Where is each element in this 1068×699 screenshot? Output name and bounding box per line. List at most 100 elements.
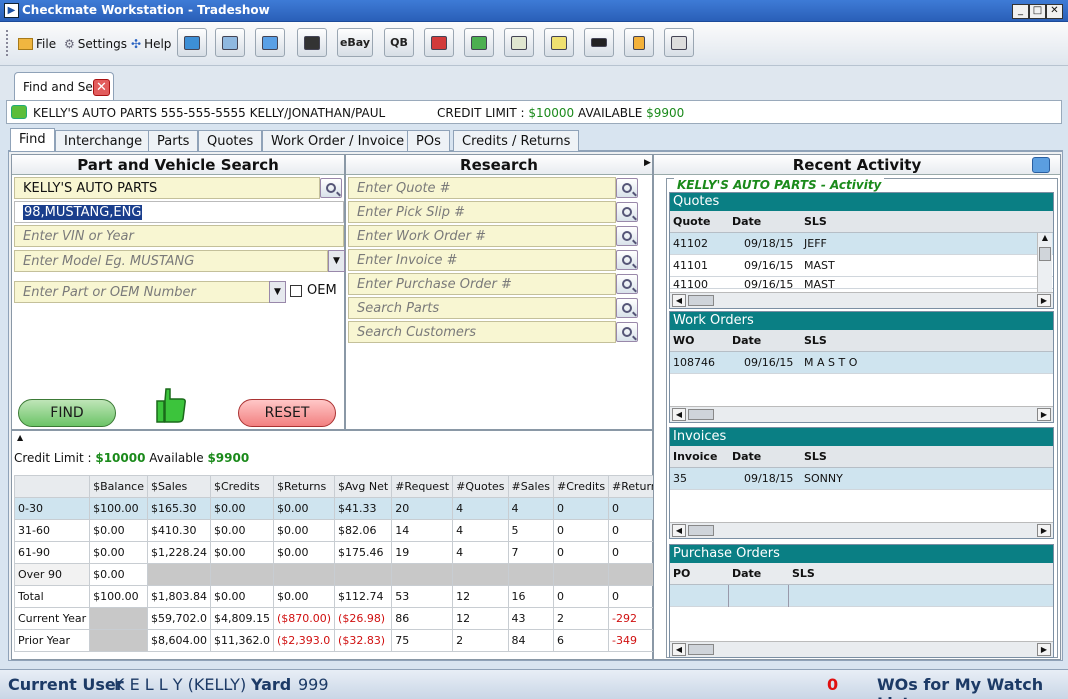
- quotes-horizontal-scrollbar[interactable]: ◀ ▶: [670, 292, 1053, 308]
- pick-slip-search-button[interactable]: [616, 202, 638, 222]
- quote-row[interactable]: 41100 09/16/15 MAST: [670, 277, 1053, 289]
- tab-parts[interactable]: Parts: [148, 130, 199, 152]
- file-menu[interactable]: File: [18, 37, 56, 51]
- report-tool-button[interactable]: [504, 28, 534, 57]
- green-tool-button[interactable]: [464, 28, 494, 57]
- tab-pos[interactable]: POs: [407, 130, 450, 152]
- maximize-button[interactable]: □: [1029, 4, 1046, 19]
- research-panel-title: Research: [346, 155, 652, 175]
- vehicle-input[interactable]: 98,MUSTANG,ENG: [14, 201, 344, 223]
- tab-work-order-invoice[interactable]: Work Order / Invoice: [262, 130, 414, 152]
- aging-row: Total $100.00 $1,803.84 $0.00 $0.00 $112.74 53…: [13, 585, 668, 608]
- quote-input[interactable]: Enter Quote #: [348, 177, 616, 199]
- model-input[interactable]: Enter Model Eg. MUSTANG: [14, 250, 328, 272]
- invoice-search-button[interactable]: [616, 250, 638, 270]
- aging-cell: [452, 563, 509, 586]
- work-order-search-button[interactable]: [616, 226, 638, 246]
- red-tool-button[interactable]: [424, 28, 454, 57]
- aging-cell: 19: [391, 541, 454, 564]
- quote-date: 09/16/15: [744, 259, 794, 272]
- aging-cell: 2: [553, 607, 610, 630]
- image-tool-button[interactable]: [215, 28, 245, 57]
- customer-search-button[interactable]: [320, 178, 342, 198]
- magnifier-icon: [622, 255, 632, 265]
- window-tool-button[interactable]: [255, 28, 285, 57]
- close-window-button[interactable]: ✕: [1046, 4, 1063, 19]
- work-order-input[interactable]: Enter Work Order #: [348, 225, 616, 247]
- tab-find-and-sell[interactable]: Find and Sell ✕: [14, 72, 114, 100]
- help-icon: ✣: [131, 37, 142, 51]
- col-sls[interactable]: SLS: [804, 215, 827, 228]
- model-dropdown-arrow[interactable]: ▼: [328, 250, 345, 272]
- invoice-input[interactable]: Enter Invoice #: [348, 249, 616, 271]
- vin-year-input[interactable]: Enter VIN or Year: [14, 225, 344, 247]
- aging-cell: $0.00: [89, 563, 148, 586]
- invoice-row[interactable]: 35 09/18/15 SONNY: [670, 468, 1053, 490]
- col-wo[interactable]: WO: [673, 334, 694, 347]
- col-sls[interactable]: SLS: [804, 450, 827, 463]
- ebay-button[interactable]: eBay: [337, 28, 373, 57]
- search-panel-title: Part and Vehicle Search: [12, 155, 344, 175]
- help-menu[interactable]: ✣ Help: [131, 37, 171, 51]
- key-tool-button[interactable]: [544, 28, 574, 57]
- col-quote[interactable]: Quote: [673, 215, 710, 228]
- col-date[interactable]: Date: [732, 450, 761, 463]
- minimize-button[interactable]: _: [1012, 4, 1029, 19]
- collapse-arrow-icon[interactable]: ▲: [17, 433, 23, 442]
- notes-tool-button[interactable]: [664, 28, 694, 57]
- customers-search-button[interactable]: [616, 322, 638, 342]
- search-customers-input[interactable]: Search Customers: [348, 321, 616, 343]
- col-invoice[interactable]: Invoice: [673, 450, 717, 463]
- invoices-horizontal-scrollbar[interactable]: ◀ ▶: [670, 522, 1053, 538]
- aging-cell: 16: [507, 585, 555, 608]
- quote-row[interactable]: 41102 09/18/15 JEFF: [670, 233, 1053, 255]
- aging-cell: $410.30: [146, 519, 211, 542]
- refresh-icon[interactable]: [1032, 157, 1050, 173]
- purchase-orders-horizontal-scrollbar[interactable]: ◀ ▶: [670, 641, 1053, 657]
- quote-search-button[interactable]: [616, 178, 638, 198]
- purchase-order-row[interactable]: [670, 585, 1053, 607]
- col-sls[interactable]: SLS: [804, 334, 827, 347]
- oem-checkbox[interactable]: [290, 285, 302, 297]
- quickbooks-button[interactable]: QB: [384, 28, 414, 57]
- search-parts-input[interactable]: Search Parts: [348, 297, 616, 319]
- col-date[interactable]: Date: [732, 215, 761, 228]
- aging-cell: $82.06: [334, 519, 393, 542]
- magnifier-icon: [326, 183, 336, 193]
- work-orders-horizontal-scrollbar[interactable]: ◀ ▶: [670, 406, 1053, 422]
- aging-cell: Total: [13, 585, 91, 608]
- tab-find[interactable]: Find: [10, 128, 55, 152]
- lock-tool-button[interactable]: [624, 28, 654, 57]
- parts-search-button[interactable]: [616, 298, 638, 318]
- part-dropdown-arrow[interactable]: ▼: [269, 281, 286, 303]
- col-date[interactable]: Date: [732, 567, 761, 580]
- work-order-row[interactable]: 108746 09/16/15 M A S T O: [670, 352, 1053, 374]
- settings-menu[interactable]: ⚙ Settings: [64, 37, 127, 51]
- quote-row[interactable]: 41101 09/16/15 MAST: [670, 255, 1053, 277]
- reset-button[interactable]: RESET: [238, 399, 336, 427]
- col-date[interactable]: Date: [732, 334, 761, 347]
- aging-cell: 7: [507, 541, 555, 564]
- aging-cell: 14: [391, 519, 454, 542]
- console-tool-button[interactable]: [297, 28, 327, 57]
- purchase-order-input[interactable]: Enter Purchase Order #: [348, 273, 616, 295]
- watch-list-link[interactable]: WOs for My Watch List: [877, 675, 1068, 699]
- tab-credits-returns[interactable]: Credits / Returns: [453, 130, 580, 152]
- col-po[interactable]: PO: [673, 567, 690, 580]
- tab-quotes[interactable]: Quotes: [198, 130, 263, 152]
- quotes-vertical-scrollbar[interactable]: ▲: [1037, 233, 1052, 293]
- col-sls[interactable]: SLS: [792, 567, 815, 580]
- tab-interchange[interactable]: Interchange: [55, 130, 152, 152]
- part-oem-input[interactable]: Enter Part or OEM Number: [14, 281, 270, 303]
- find-button[interactable]: FIND: [18, 399, 116, 427]
- expand-arrow-icon[interactable]: ▶: [644, 158, 651, 168]
- graduation-tool-button[interactable]: [584, 28, 614, 57]
- purchase-orders-header: Purchase Orders: [670, 545, 1053, 563]
- pick-slip-input[interactable]: Enter Pick Slip #: [348, 201, 616, 223]
- close-tab-icon[interactable]: ✕: [93, 79, 110, 96]
- aging-cell: 6: [553, 629, 610, 652]
- download-tool-button[interactable]: [177, 28, 207, 57]
- quote-sls: JEFF: [804, 237, 827, 250]
- customer-field[interactable]: KELLY'S AUTO PARTS: [14, 177, 320, 199]
- purchase-order-search-button[interactable]: [616, 274, 638, 294]
